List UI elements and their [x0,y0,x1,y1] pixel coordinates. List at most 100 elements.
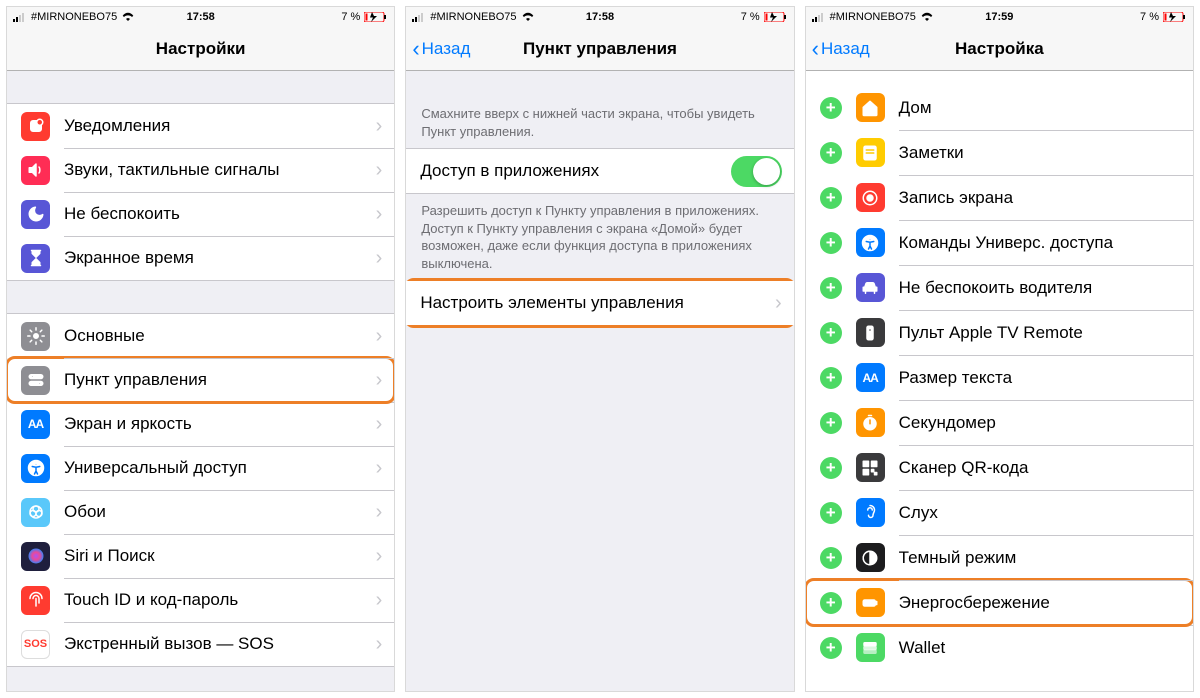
group-general: Основные›Пункт управления›AAЭкран и ярко… [7,313,394,667]
row-remote[interactable]: +Пульт Apple TV Remote [806,310,1193,355]
add-button[interactable]: + [820,457,842,479]
row-notifications[interactable]: Уведомления› [7,104,394,148]
add-button[interactable]: + [820,637,842,659]
screen-settings-root: #MIRNONEBO75 17:58 7 % Настройки Уведомл… [6,6,395,692]
home-icon [856,93,885,122]
row-record[interactable]: + Запись экрана [806,175,1193,220]
dark-icon [856,543,885,572]
chevron-left-icon: ‹ [812,38,819,60]
battery-icon [856,588,885,617]
row-label: Запись экрана [899,188,1181,208]
nav-bar: ‹ Назад Настройка [806,27,1193,71]
add-button[interactable]: + [820,142,842,164]
add-button[interactable]: + [820,232,842,254]
add-button[interactable]: + [820,502,842,524]
notifications-icon [21,112,50,141]
row-accessibility[interactable]: Универсальный доступ› [7,446,394,490]
row-label: Сканер QR-кода [899,458,1181,478]
row-ear[interactable]: +Слух [806,490,1193,535]
chevron-right-icon: › [376,159,383,182]
row-dark[interactable]: + Темный режим [806,535,1193,580]
control-center-content[interactable]: Смахните вверх с нижней части экрана, чт… [406,71,793,691]
battery-icon [364,12,388,22]
group-notifications: Уведомления›Звуки, тактильные сигналы›Не… [7,103,394,281]
add-button[interactable]: + [820,322,842,344]
wallpaper-icon [21,498,50,527]
siri-icon [21,542,50,571]
back-button[interactable]: ‹ Назад [812,38,870,60]
customize-list[interactable]: + Дом + Заметки + Запись экрана +Команды Униве… [806,71,1193,691]
row-label: Универсальный доступ [64,458,376,478]
add-button[interactable]: + [820,277,842,299]
row-label: Уведомления [64,116,376,136]
chevron-right-icon: › [376,633,383,656]
qr-icon [856,453,885,482]
chevron-right-icon: › [376,247,383,270]
add-button[interactable]: + [820,367,842,389]
row-label: Темный режим [899,548,1181,568]
group-customize: Настроить элементы управления › [406,280,793,326]
row-label: Touch ID и код-пароль [64,590,376,610]
row-fingerprint[interactable]: Touch ID и код-пароль› [7,578,394,622]
row-label: Экран и яркость [64,414,376,434]
row-car[interactable]: + Не беспокоить водителя [806,265,1193,310]
wifi-icon [121,12,135,22]
row-label: Основные [64,326,376,346]
chevron-right-icon: › [376,545,383,568]
row-switches[interactable]: Пункт управления› [7,358,394,402]
row-access-apps[interactable]: Доступ в приложениях [406,149,793,193]
row-text-size[interactable]: +AAРазмер текста [806,355,1193,400]
fingerprint-icon [21,586,50,615]
row-moon[interactable]: Не беспокоить› [7,192,394,236]
battery-percent: 7 % [341,11,360,23]
row-wallet[interactable]: +Wallet [806,625,1193,670]
row-gear[interactable]: Основные› [7,314,394,358]
battery-percent: 7 % [1140,11,1159,23]
row-label: Доступ в приложениях [420,161,730,181]
chevron-right-icon: › [376,413,383,436]
chevron-right-icon: › [376,325,383,348]
wallet-icon [856,633,885,662]
row-label: Не беспокоить водителя [899,278,1181,298]
row-label: Настроить элементы управления [420,293,775,313]
row-text-size[interactable]: AA Экран и яркость› [7,402,394,446]
row-customize-controls[interactable]: Настроить элементы управления › [406,281,793,325]
settings-list[interactable]: Уведомления›Звуки, тактильные сигналы›Не… [7,71,394,691]
page-title: Настройки [156,39,246,59]
row-label: Обои [64,502,376,522]
row-label: Пункт управления [64,370,376,390]
add-button[interactable]: + [820,547,842,569]
chevron-right-icon: › [376,203,383,226]
row-home[interactable]: + Дом [806,85,1193,130]
switches-icon [21,366,50,395]
back-button[interactable]: ‹ Назад [412,38,470,60]
add-button[interactable]: + [820,187,842,209]
row-battery[interactable]: +Энергосбережение [806,580,1193,625]
carrier-name: #MIRNONEBO75 [830,11,916,23]
add-button[interactable]: + [820,97,842,119]
row-sounds[interactable]: Звуки, тактильные сигналы› [7,148,394,192]
chevron-right-icon: › [376,589,383,612]
row-notes[interactable]: + Заметки [806,130,1193,175]
row-hourglass[interactable]: Экранное время› [7,236,394,280]
row-label: Дом [899,98,1181,118]
row-sos[interactable]: SOSЭкстренный вызов — SOS› [7,622,394,666]
screen-control-center: #MIRNONEBO75 17:58 7 % ‹ Назад Пункт упр… [405,6,794,692]
row-siri[interactable]: Siri и Поиск› [7,534,394,578]
row-stopwatch[interactable]: +Секундомер [806,400,1193,445]
row-label: Заметки [899,143,1181,163]
add-button[interactable]: + [820,592,842,614]
row-wallpaper[interactable]: Обои› [7,490,394,534]
sos-icon: SOS [21,630,50,659]
add-button[interactable]: + [820,412,842,434]
toggle-access-apps[interactable] [731,156,782,187]
battery-percent: 7 % [741,11,760,23]
row-qr[interactable]: + Сканер QR-кода [806,445,1193,490]
remote-icon [856,318,885,347]
row-accessibility[interactable]: +Команды Универс. доступа [806,220,1193,265]
text-size-icon: AA [21,410,50,439]
chevron-left-icon: ‹ [412,38,419,60]
wifi-icon [920,12,934,22]
stopwatch-icon [856,408,885,437]
record-icon [856,183,885,212]
